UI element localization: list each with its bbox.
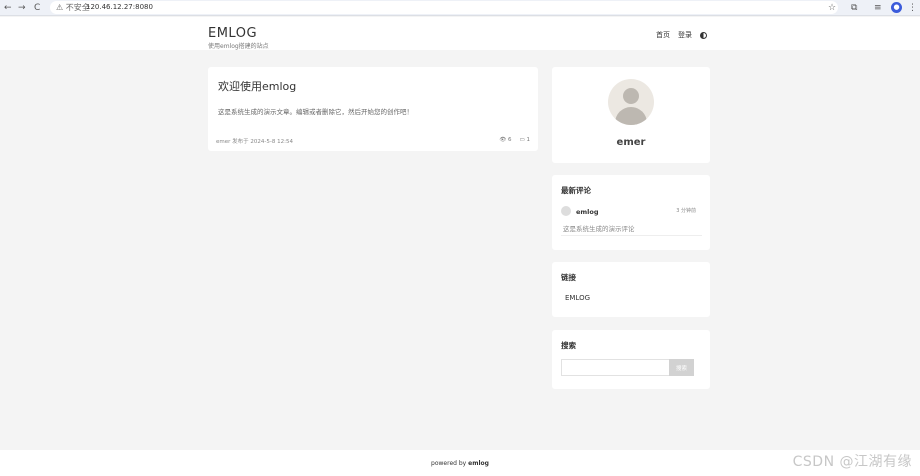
reload-icon[interactable]: C (34, 2, 40, 14)
watermark: CSDN @江湖有缘 (792, 454, 912, 470)
powered-by-label: powered by (431, 460, 467, 467)
theme-toggle-icon[interactable] (700, 31, 707, 39)
not-secure-label[interactable]: ⚠ 不安全 (56, 2, 90, 13)
search-button[interactable]: 搜索 (669, 359, 694, 376)
article-excerpt: 这是系统生成的演示文章。编辑或者删除它，然后开始您的创作吧！ (218, 108, 413, 116)
comment-author: emlog (576, 208, 599, 216)
article-author[interactable]: emer (216, 139, 230, 145)
article-title[interactable]: 欢迎使用emlog (218, 78, 296, 94)
link-item[interactable]: EMLOG (565, 294, 590, 302)
search-input[interactable] (561, 359, 670, 376)
comments-stat[interactable]: ▭ 1 (520, 137, 530, 143)
comment-avatar (561, 206, 571, 216)
site-subtitle: 使用emlog搭建的站点 (208, 43, 269, 50)
footer-text: powered by emlog (0, 460, 920, 467)
nav-home-link[interactable]: 首页 (656, 30, 670, 40)
footer-brand-link[interactable]: emlog (468, 460, 489, 467)
article-card: 欢迎使用emlog 这是系统生成的演示文章。编辑或者删除它，然后开始您的创作吧！… (208, 67, 538, 151)
url-text[interactable]: 120.46.12.27:8080 (86, 2, 153, 13)
article-date: 2024-5-8 12:54 (250, 139, 293, 145)
browser-toolbar: ← → C ⚠ 不安全 120.46.12.27:8080 ☆ ⧉ ≡ ● ⋮ (0, 0, 920, 16)
address-bar[interactable]: ⚠ 不安全 120.46.12.27:8080 (50, 1, 838, 14)
comment-text[interactable]: 这是系统生成的演示评论 (563, 223, 635, 233)
links-widget: 链接 EMLOG (552, 262, 710, 317)
tab-search-icon[interactable]: ≡ (874, 2, 882, 14)
profile-card: emer (552, 67, 710, 163)
article-stats: 👁︎ 6 ▭ 1 (499, 137, 530, 143)
divider (561, 235, 702, 236)
main-nav: 首页 登录 (656, 30, 707, 40)
nav-login-link[interactable]: 登录 (678, 30, 692, 40)
widget-title: 最新评论 (561, 186, 591, 195)
eye-icon: 👁︎ (499, 137, 507, 143)
site-footer: powered by emlog (0, 450, 920, 476)
comment-icon: ▭ (519, 137, 525, 143)
comments-count: 1 (526, 137, 531, 143)
site-header: EMLOG 使用emlog搭建的站点 首页 登录 (0, 17, 920, 50)
widget-title: 搜索 (561, 341, 576, 350)
views-stat: 👁︎ 6 (499, 137, 511, 143)
widget-title: 链接 (561, 273, 576, 282)
avatar (608, 79, 654, 125)
bookmark-star-icon[interactable]: ☆ (828, 2, 836, 14)
search-widget: 搜索 搜索 (552, 330, 710, 389)
back-icon[interactable]: ← (4, 2, 12, 14)
extensions-icon[interactable]: ⧉ (851, 2, 857, 14)
comment-time: 3 分钟前 (676, 208, 696, 214)
latest-comments-widget: 最新评论 emlog 3 分钟前 这是系统生成的演示评论 (552, 175, 710, 250)
menu-icon[interactable]: ⋮ (908, 2, 917, 14)
article-published-label: 发布于 (232, 139, 249, 145)
views-count: 6 (508, 137, 512, 143)
site-title[interactable]: EMLOG (208, 26, 257, 41)
article-meta: emer 发布于 2024-5-8 12:54 (216, 137, 293, 145)
profile-avatar-icon[interactable]: ● (891, 2, 902, 13)
forward-icon[interactable]: → (18, 2, 26, 14)
profile-name: emer (616, 137, 646, 148)
